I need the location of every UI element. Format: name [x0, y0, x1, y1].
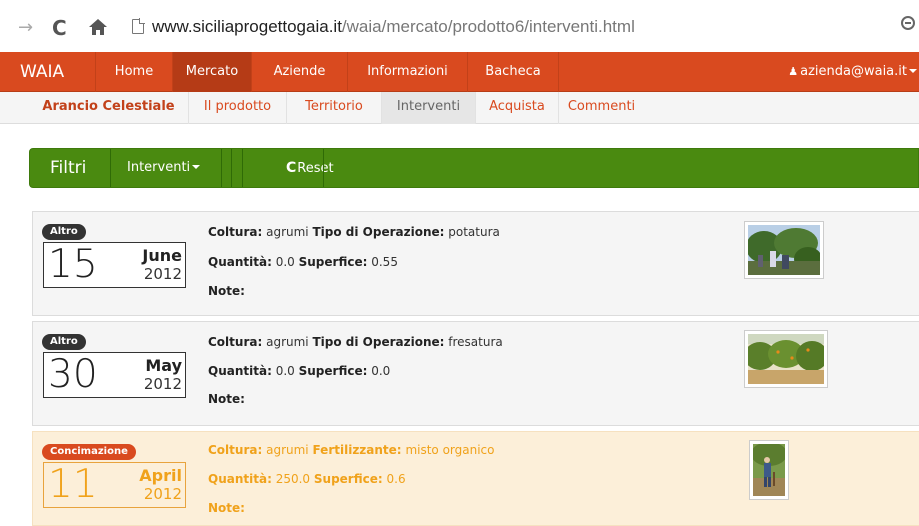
type-badge: Concimazione [42, 444, 136, 460]
product-subnav: Arancio Celestiale Il prodotto Territori… [0, 92, 919, 124]
chevron-down-icon [909, 69, 917, 73]
date-day: 11 [48, 462, 98, 507]
back-arrow-icon[interactable]: → [18, 18, 33, 38]
nav-item-informazioni[interactable]: Informazioni [348, 52, 468, 92]
quantita-line: Quantità: 0.0 Superfice: 0.55 [208, 254, 398, 270]
operazione-label: Tipo di Operazione: [312, 335, 445, 349]
superfice-value: 0.0 [371, 364, 391, 378]
quantita-label: Quantità: [208, 255, 272, 269]
coltura-value: agrumi [266, 335, 309, 349]
divider [323, 149, 324, 187]
date-year: 2012 [143, 485, 182, 503]
date-month: May [145, 356, 182, 375]
quantita-value: 0.0 [275, 255, 295, 269]
note-line: Note: [208, 283, 245, 299]
filter-bar: Filtri Interventi CReset [29, 148, 919, 188]
nav-item-bacheca[interactable]: Bacheca [468, 52, 559, 92]
quantita-value: 0.0 [275, 364, 295, 378]
coltura-value: agrumi [266, 225, 309, 239]
tab-interventi[interactable]: Interventi [382, 92, 476, 124]
coltura-label: Coltura: [208, 443, 263, 457]
note-label: Note: [208, 284, 245, 298]
superfice-label: Superfice: [298, 364, 368, 378]
superfice-label: Superfice: [313, 472, 383, 486]
filter-title: Filtri [50, 158, 87, 178]
date-box: 30 May 2012 [43, 352, 186, 398]
date-box: 15 June 2012 [43, 242, 186, 288]
quantita-value: 250.0 [275, 472, 311, 486]
reset-label: Reset [297, 161, 334, 176]
nav-item-aziende[interactable]: Aziende [252, 52, 348, 92]
intervention-card: Concimazione 11 April 2012 Coltura: agru… [32, 431, 919, 526]
user-icon: ♟ [788, 65, 799, 78]
divider [231, 149, 232, 187]
date-year: 2012 [143, 375, 182, 393]
quantita-label: Quantità: [208, 472, 272, 486]
type-badge: Altro [42, 334, 86, 350]
browser-toolbar: → C www.siciliaprogettogaia.it/waia/merc… [0, 0, 919, 52]
date-month: June [142, 246, 182, 265]
reload-icon[interactable]: C [52, 18, 67, 38]
user-email: azienda@waia.it [800, 64, 907, 79]
superfice-value: 0.6 [386, 472, 406, 486]
page-icon [132, 18, 145, 34]
date-month: April [139, 466, 182, 485]
fertilizzante-label: Fertilizzante: [312, 443, 402, 457]
interventi-dropdown[interactable]: Interventi [127, 149, 201, 187]
url-host: www.siciliaprogettogaia.it [152, 17, 342, 36]
reset-button[interactable]: CReset [286, 149, 334, 188]
superfice-label: Superfice: [298, 255, 368, 269]
coltura-line: Coltura: agrumi Fertilizzante: misto org… [208, 442, 495, 458]
superfice-value: 0.55 [371, 255, 398, 269]
date-box: 11 April 2012 [43, 462, 186, 508]
divider [242, 149, 243, 187]
tab-acquista[interactable]: Acquista [476, 92, 559, 124]
quantita-label: Quantità: [208, 364, 272, 378]
zoom-out-icon[interactable] [901, 16, 915, 30]
quantita-line: Quantità: 0.0 Superfice: 0.0 [208, 363, 390, 379]
divider [221, 149, 222, 187]
chevron-down-icon [192, 165, 201, 169]
tab-territorio[interactable]: Territorio [287, 92, 382, 124]
note-line: Note: [208, 391, 245, 407]
operazione-value: potatura [448, 225, 500, 239]
coltura-label: Coltura: [208, 225, 263, 239]
tab-il-prodotto[interactable]: Il prodotto [189, 92, 287, 124]
note-label: Note: [208, 501, 245, 515]
date-day: 30 [48, 352, 98, 397]
main-navbar: WAIA Home Mercato Aziende Informazioni B… [0, 52, 919, 92]
intervention-card: Altro 15 June 2012 Coltura: agrumi Tipo … [32, 211, 919, 316]
coltura-label: Coltura: [208, 335, 263, 349]
intervention-photo[interactable] [744, 330, 828, 388]
date-day: 15 [48, 242, 98, 287]
coltura-line: Coltura: agrumi Tipo di Operazione: pota… [208, 224, 500, 240]
product-name-link[interactable]: Arancio Celestiale [29, 92, 189, 124]
operazione-label: Tipo di Operazione: [312, 225, 445, 239]
nav-item-mercato[interactable]: Mercato [173, 52, 252, 92]
refresh-icon: C [286, 160, 297, 176]
brand-link[interactable]: WAIA [0, 52, 96, 92]
home-icon[interactable] [88, 18, 108, 39]
divider [110, 149, 111, 187]
address-bar[interactable]: www.siciliaprogettogaia.it/waia/mercato/… [132, 14, 902, 40]
fertilizzante-value: misto organico [405, 443, 495, 457]
url-path: /waia/mercato/prodotto6/interventi.html [341, 17, 635, 36]
coltura-line: Coltura: agrumi Tipo di Operazione: fres… [208, 334, 503, 350]
type-badge: Altro [42, 224, 86, 240]
coltura-value: agrumi [266, 443, 309, 457]
date-year: 2012 [143, 265, 182, 283]
tab-commenti[interactable]: Commenti [559, 92, 644, 124]
quantita-line: Quantità: 250.0 Superfice: 0.6 [208, 471, 406, 487]
intervention-photo[interactable] [749, 440, 789, 500]
note-label: Note: [208, 392, 245, 406]
nav-item-home[interactable]: Home [96, 52, 173, 92]
user-menu[interactable]: ♟ azienda@waia.it [778, 52, 919, 92]
note-line: Note: [208, 500, 245, 516]
intervention-photo[interactable] [744, 221, 824, 279]
intervention-card: Altro 30 May 2012 Coltura: agrumi Tipo d… [32, 321, 919, 426]
operazione-value: fresatura [448, 335, 503, 349]
interventi-dropdown-label: Interventi [127, 160, 191, 175]
